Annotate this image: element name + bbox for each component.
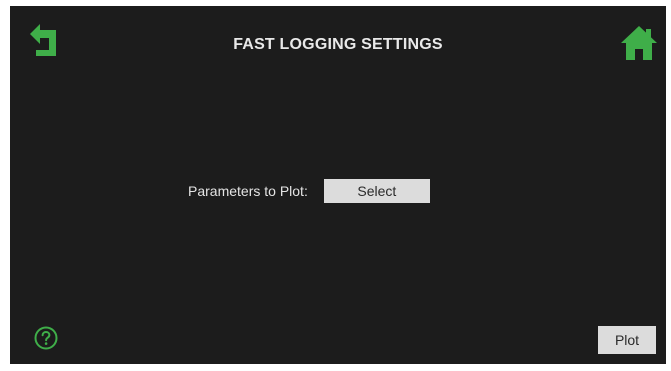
help-button[interactable] [34,326,58,350]
fast-logging-settings-screen: FAST LOGGING SETTINGS Parameters to Plot… [10,6,666,364]
plot-button[interactable]: Plot [598,326,656,354]
parameters-row: Parameters to Plot: Select [188,178,430,204]
home-button[interactable] [619,24,659,62]
home-icon [621,26,657,60]
parameters-label: Parameters to Plot: [188,183,308,199]
select-parameters-button[interactable]: Select [323,179,430,203]
help-icon [34,326,58,350]
page-title: FAST LOGGING SETTINGS [233,36,443,53]
